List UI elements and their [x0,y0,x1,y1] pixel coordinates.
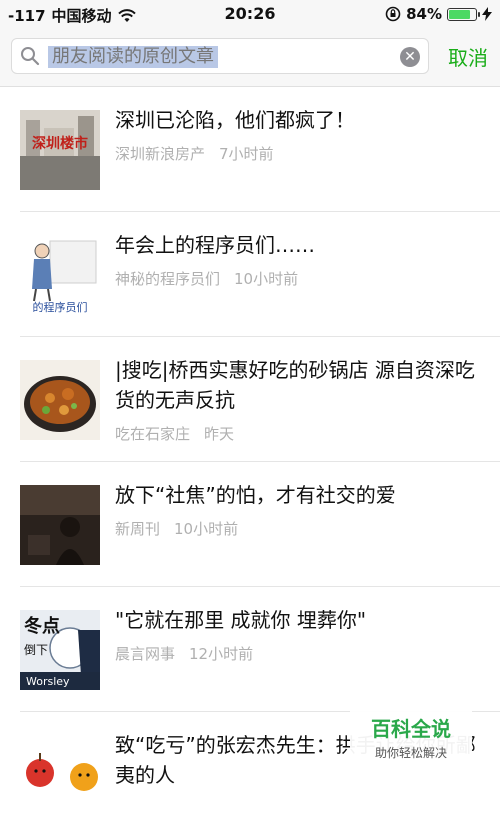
article-thumbnail: 冬点 倒下 Worsley [20,610,100,690]
article-meta: 新周刊 10小时前 [115,518,238,539]
search-icon [21,47,40,66]
article-title: 年会上的程序员们…… [115,233,315,257]
battery-fill [449,9,470,19]
result-item[interactable]: 深圳楼市 深圳已沦陷，他们都疯了！ 深圳新浪房产 7小时前 [0,87,500,212]
clear-search-button[interactable]: ✕ [400,47,420,67]
search-input[interactable]: 朋友阅读的原创文章 ✕ [11,38,429,74]
article-thumbnail [20,735,100,815]
article-time: 10小时前 [174,520,239,538]
result-item[interactable]: 冬点 倒下 Worsley "它就在那里 成就你 埋葬你" 晨言网事 12小时前 [0,587,500,712]
article-time: 7小时前 [219,145,274,163]
result-item[interactable]: 的程序员们 年会上的程序员们…… 神秘的程序员们 10小时前 [0,212,500,337]
article-title: 放下“社焦”的怕，才有社交的爱 [115,483,396,507]
article-thumbnail [20,485,100,565]
watermark-subtitle: 助你轻松解决 [374,746,447,760]
charging-bolt-icon [482,7,492,21]
status-bar: -117 中国移动 20:26 84% [0,0,500,28]
svg-text:Worsley: Worsley [26,675,70,688]
search-bar: 朋友阅读的原创文章 ✕ 取消 [0,28,500,87]
article-meta: 神秘的程序员们 10小时前 [115,268,298,289]
article-title: |搜吃|桥西实惠好吃的砂锅店 源自资深吃货的无声反抗 [115,358,475,412]
article-source: 吃在石家庄 [115,425,191,443]
search-query-text[interactable]: 朋友阅读的原创文章 [48,46,218,68]
battery-icon [447,7,480,21]
battery-percent: 84% [406,5,442,23]
article-meta: 深圳新浪房产 7小时前 [115,143,274,164]
article-title: "它就在那里 成就你 埋葬你" [115,608,367,632]
article-time: 昨天 [204,425,235,443]
result-item[interactable]: |搜吃|桥西实惠好吃的砂锅店 源自资深吃货的无声反抗 吃在石家庄 昨天 [0,337,500,462]
article-source: 深圳新浪房产 [115,145,206,163]
thumbnail-text: 深圳楼市 [32,135,88,152]
result-item[interactable]: 放下“社焦”的怕，才有社交的爱 新周刊 10小时前 [0,462,500,587]
thumbnail-text: 的程序员们 [33,300,88,314]
article-meta: 吃在石家庄 昨天 [115,423,234,444]
article-thumbnail: 的程序员们 [20,235,100,315]
svg-text:倒下: 倒下 [24,643,48,657]
watermark-logo: 百科全说 助你轻松解决 [350,705,472,763]
article-title: 深圳已沦陷，他们都疯了！ [115,108,355,132]
article-source: 新周刊 [115,520,161,538]
article-meta: 晨言网事 12小时前 [115,643,253,664]
article-source: 神秘的程序员们 [115,270,221,288]
status-right: 84% [385,5,492,23]
cancel-button[interactable]: 取消 [448,42,488,71]
article-thumbnail: 深圳楼市 [20,110,100,190]
article-time: 12小时前 [189,645,254,663]
article-time: 10小时前 [234,270,299,288]
svg-text:冬点: 冬点 [24,615,60,637]
rotation-lock-icon [385,6,401,22]
watermark-title: 百科全说 [371,717,451,741]
article-thumbnail [20,360,100,440]
article-source: 晨言网事 [115,645,176,663]
